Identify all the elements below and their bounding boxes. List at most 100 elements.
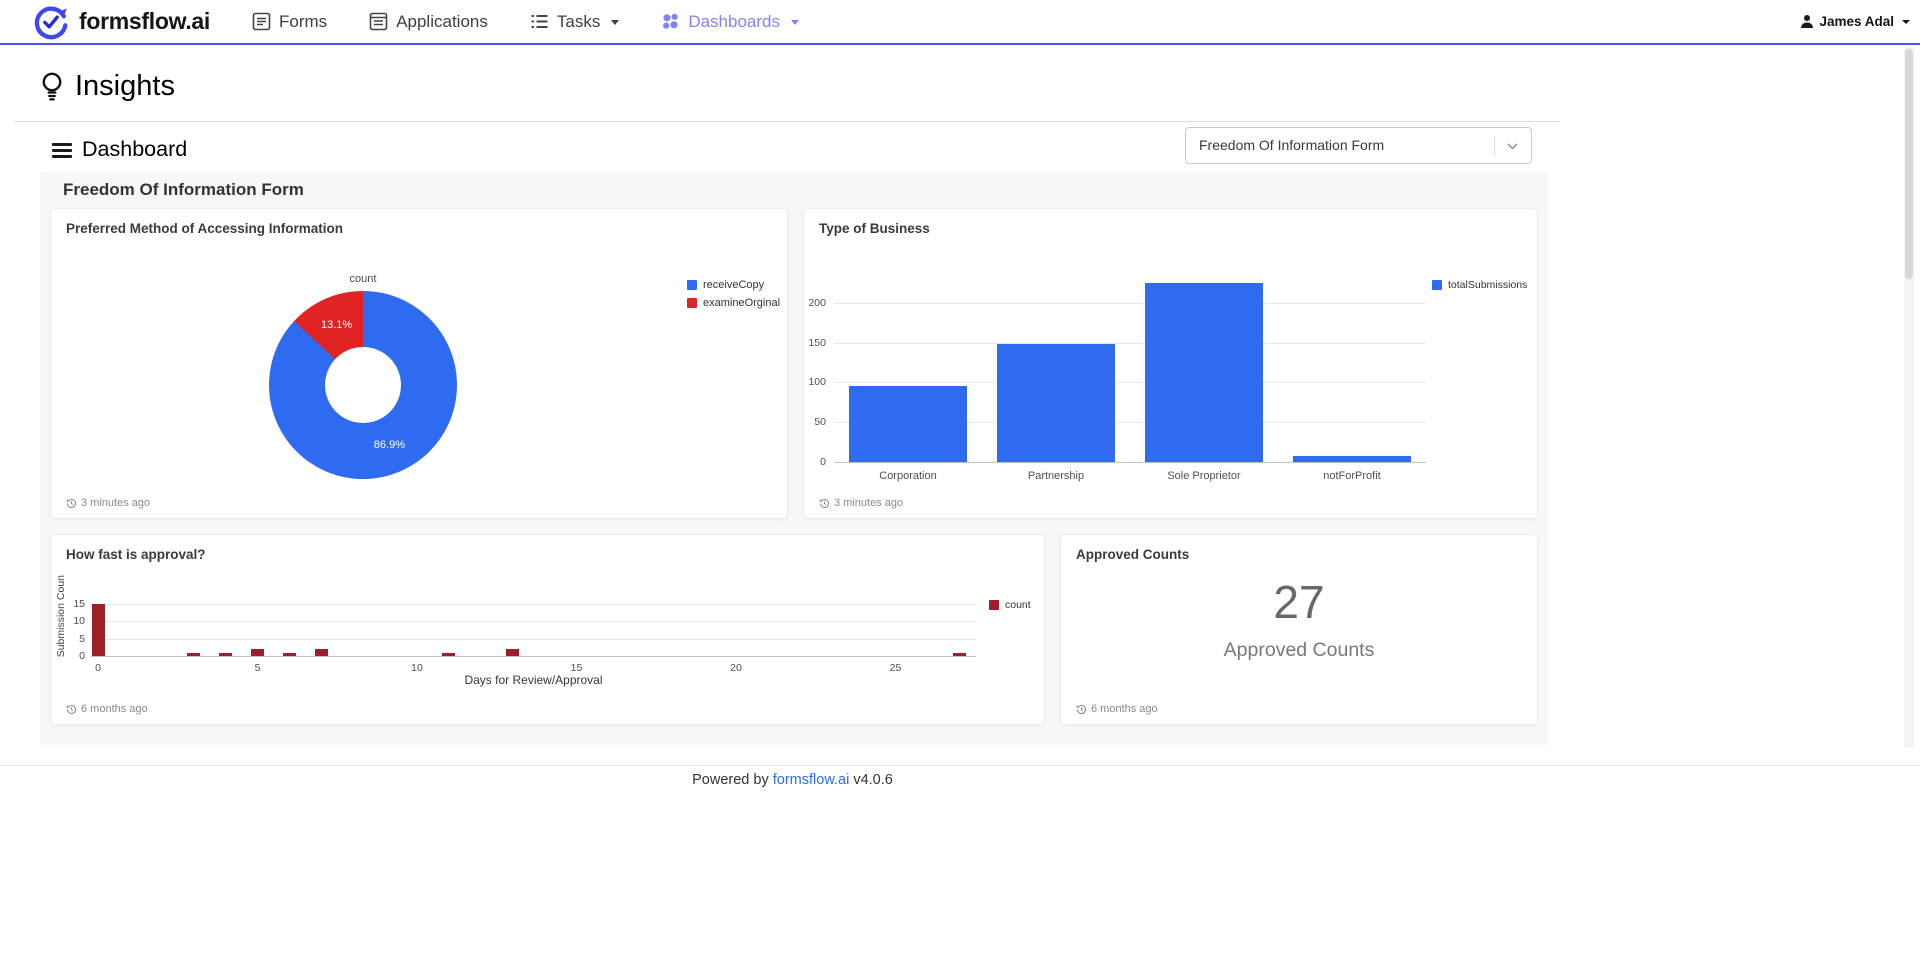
bar <box>187 653 200 656</box>
top-navbar: formsflow.ai Forms Applications Tasks <box>0 0 1920 45</box>
insights-header: Insights <box>40 70 175 103</box>
donut-hole <box>325 347 401 423</box>
dashboards-icon <box>661 12 680 31</box>
bar-notForProfit <box>1293 456 1411 462</box>
formsflow-logo-icon <box>32 3 70 41</box>
gridline <box>834 343 1426 344</box>
chart-title: Preferred Method of Accessing Informatio… <box>66 221 343 236</box>
menu-toggle-icon[interactable] <box>52 143 72 161</box>
brand-home-link[interactable]: formsflow.ai <box>32 3 210 41</box>
chart-legend: totalSubmissions <box>1432 279 1527 297</box>
user-icon <box>1800 14 1814 29</box>
gridline <box>91 639 976 640</box>
chart-legend: receiveCopy examineOrginal <box>687 279 780 315</box>
nav-applications-label: Applications <box>396 12 488 32</box>
donut-value-label: 13.1% <box>321 319 352 331</box>
legend-item[interactable]: examineOrginal <box>687 297 780 309</box>
donut-chart[interactable]: 86.9%13.1% <box>269 291 457 479</box>
bar <box>953 653 966 656</box>
y-tick-label: 150 <box>804 337 826 349</box>
legend-swatch <box>687 280 697 290</box>
y-tick-label: 0 <box>804 456 826 468</box>
brand-name: formsflow.ai <box>79 8 210 35</box>
bar-Partnership <box>997 344 1115 462</box>
timestamp-text: 3 minutes ago <box>834 497 903 509</box>
nav-tasks-label: Tasks <box>557 12 600 32</box>
nav-forms[interactable]: Forms <box>252 12 327 32</box>
gridline <box>834 382 1426 383</box>
scrollbar-thumb[interactable] <box>1905 49 1913 279</box>
chart-title: Approved Counts <box>1076 547 1189 562</box>
y-tick-label: 200 <box>804 297 826 309</box>
gridline <box>91 621 976 622</box>
scrollbar[interactable] <box>1904 47 1914 747</box>
lightbulb-icon <box>40 71 64 103</box>
legend-label: count <box>1005 599 1031 611</box>
card-preferred-method: Preferred Method of Accessing Informatio… <box>50 208 788 519</box>
x-tick-label: Sole Proprietor <box>1132 470 1276 482</box>
page-title: Insights <box>75 70 175 103</box>
x-tick-label: notForProfit <box>1280 470 1424 482</box>
gridline <box>834 303 1426 304</box>
tasks-icon <box>530 12 549 31</box>
nav-dashboards-label: Dashboards <box>688 12 780 32</box>
clock-history-icon <box>66 498 77 509</box>
chart-timestamp: 3 minutes ago <box>66 497 150 509</box>
footer-link[interactable]: formsflow.ai <box>773 772 850 788</box>
bar-Corporation <box>849 386 967 462</box>
timestamp-text: 6 months ago <box>81 703 148 715</box>
dashboard-title: Freedom Of Information Form <box>63 180 304 200</box>
y-tick-label: 100 <box>804 376 826 388</box>
nav-tasks[interactable]: Tasks <box>530 12 619 32</box>
chart-timestamp: 6 months ago <box>1076 703 1158 715</box>
x-tick-label: Partnership <box>984 470 1128 482</box>
timestamp-text: 6 months ago <box>1091 703 1158 715</box>
nav-dashboards[interactable]: Dashboards <box>661 12 799 32</box>
chevron-down-icon <box>1902 20 1910 24</box>
horizontal-divider <box>15 121 1560 122</box>
card-approval-speed: How fast is approval? Submission Coun 05… <box>50 534 1045 725</box>
legend-label: examineOrginal <box>703 297 780 309</box>
x-axis-label: Days for Review/Approval <box>91 673 976 687</box>
x-tick-label: Corporation <box>836 470 980 482</box>
footer-prefix: Powered by <box>692 772 769 788</box>
legend-item[interactable]: receiveCopy <box>687 279 780 291</box>
forms-icon <box>252 12 271 31</box>
nav-applications[interactable]: Applications <box>369 12 488 32</box>
dashboard-panel: Freedom Of Information Form Preferred Me… <box>40 172 1548 745</box>
bar <box>251 649 264 656</box>
y-tick-label: 15 <box>51 598 85 610</box>
legend-label: receiveCopy <box>703 279 764 291</box>
timestamp-text: 3 minutes ago <box>81 497 150 509</box>
legend-item[interactable]: count <box>989 599 1031 611</box>
section-title: Dashboard <box>82 137 187 162</box>
chevron-down-icon <box>1507 143 1518 150</box>
chart-timestamp: 3 minutes ago <box>819 497 903 509</box>
approval-plot[interactable]: 0510150510152025 <box>51 535 1044 724</box>
bar <box>506 649 519 656</box>
nav-forms-label: Forms <box>279 12 327 32</box>
chevron-down-icon <box>611 20 619 25</box>
bar <box>442 653 455 656</box>
form-select[interactable]: Freedom Of Information Form <box>1185 127 1532 164</box>
gridline <box>91 604 976 605</box>
clock-history-icon <box>819 498 830 509</box>
chart-timestamp: 6 months ago <box>66 703 148 715</box>
app-root: formsflow.ai Forms Applications Tasks <box>0 0 1920 968</box>
y-tick-label: 0 <box>51 650 85 662</box>
user-menu[interactable]: James Adal <box>1800 14 1910 29</box>
legend-swatch <box>687 298 697 308</box>
clock-history-icon <box>66 704 77 715</box>
y-tick-label: 5 <box>51 633 85 645</box>
legend-swatch <box>1432 280 1442 290</box>
gridline <box>91 656 976 657</box>
donut-center-label: count <box>269 273 457 285</box>
form-select-value: Freedom Of Information Form <box>1199 128 1384 163</box>
applications-icon <box>369 12 388 31</box>
legend-item[interactable]: totalSubmissions <box>1432 279 1527 291</box>
legend-swatch <box>989 600 999 610</box>
bar <box>315 649 328 656</box>
card-type-of-business: Type of Business 050100150200Corporation… <box>803 208 1538 519</box>
user-name: James Adal <box>1819 14 1894 29</box>
business-plot[interactable]: 050100150200CorporationPartnershipSole P… <box>804 209 1537 518</box>
